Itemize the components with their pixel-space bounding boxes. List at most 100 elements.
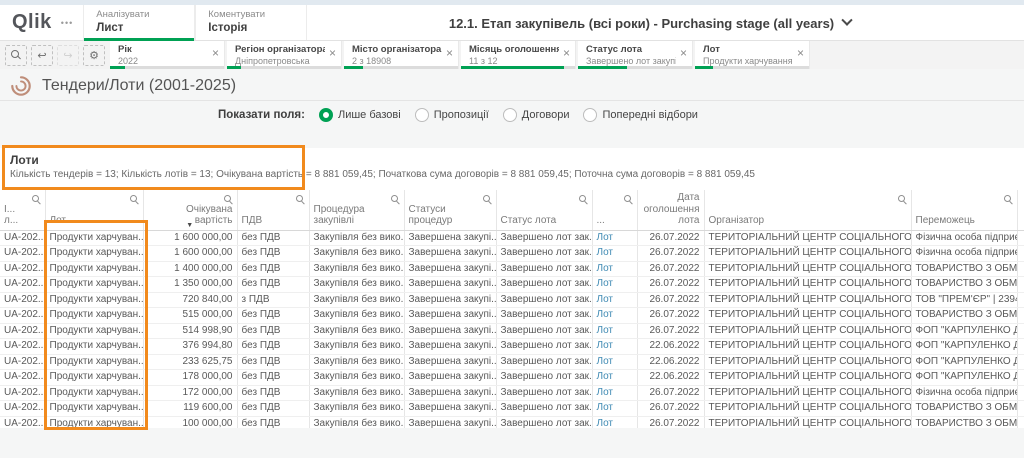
procedure-status-cell[interactable]: Завершена закупі... [404,370,496,386]
procedure-cell[interactable]: Закупівля без вико... [309,308,404,324]
lot-cell[interactable]: Продукти харчуван... [45,354,143,370]
column-header-procedure-status[interactable]: Статуси процедур [404,190,496,230]
search-icon[interactable] [1004,195,1013,204]
close-icon[interactable]: × [680,47,687,59]
procedure-cell[interactable]: Закупівля без вико... [309,246,404,262]
clear-selections-icon[interactable]: ⚙ [83,45,105,66]
tender-lot-id-cell[interactable]: UA-202... [0,292,45,308]
organizer-cell[interactable]: ТЕРИТОРІАЛЬНИЙ ЦЕНТР СОЦІАЛЬНОГО ... [704,246,911,262]
tender-lot-id-cell[interactable]: UA-202... [0,416,45,428]
expected-value-cell[interactable]: 1 400 000,00 [143,261,237,277]
overflow-cell[interactable] [1017,261,1024,277]
tender-lot-id-cell[interactable]: UA-202... [0,339,45,355]
search-icon[interactable] [391,195,400,204]
column-header-vat[interactable]: ПДВ [237,190,309,230]
winner-cell[interactable]: ТОВАРИСТВО З ОБМЕ... [911,401,1017,417]
procedure-cell[interactable]: Закупівля без вико... [309,401,404,417]
procedure-cell[interactable]: Закупівля без вико... [309,277,404,293]
procedure-status-cell[interactable]: Завершена закупі... [404,277,496,293]
tender-lot-id-cell[interactable]: UA-202... [0,261,45,277]
lot-status-cell[interactable]: Завершено лот зак... [496,261,592,277]
announce-date-cell[interactable]: 26.07.2022 [637,416,704,428]
vat-cell[interactable]: без ПДВ [237,339,309,355]
lot-cell[interactable]: Продукти харчуван... [45,246,143,262]
winner-cell[interactable]: ТОВАРИСТВО З ОБМЕ... [911,308,1017,324]
procedure-cell[interactable]: Закупівля без вико... [309,370,404,386]
expected-value-cell[interactable]: 1 350 000,00 [143,277,237,293]
lot-cell[interactable]: Продукти харчуван... [45,308,143,324]
organizer-cell[interactable]: ТЕРИТОРІАЛЬНИЙ ЦЕНТР СОЦІАЛЬНОГО ... [704,416,911,428]
radio-option-3[interactable]: Попередні відбори [583,108,697,122]
organizer-cell[interactable]: ТЕРИТОРІАЛЬНИЙ ЦЕНТР СОЦІАЛЬНОГО ... [704,323,911,339]
filter-chip-organizer-region[interactable]: Регіон організатораДніпропетровська× [227,41,342,69]
tender-lot-id-cell[interactable]: UA-202... [0,354,45,370]
search-icon[interactable] [483,195,492,204]
procedure-status-cell[interactable]: Завершена закупі... [404,339,496,355]
vat-cell[interactable]: без ПДВ [237,354,309,370]
radio-option-0[interactable]: Лише базові [319,108,401,122]
more-cell[interactable]: Лот [592,308,637,324]
winner-cell[interactable]: Фізична особа підприєм... [911,385,1017,401]
search-icon[interactable] [579,195,588,204]
search-icon[interactable] [624,195,633,204]
lot-cell[interactable]: Продукти харчуван... [45,416,143,428]
qlik-logo[interactable]: Qlik [12,11,52,34]
column-header-organizer[interactable]: Організатор [704,190,911,230]
announce-date-cell[interactable]: 26.07.2022 [637,323,704,339]
vat-cell[interactable]: без ПДВ [237,401,309,417]
lot-cell[interactable]: Продукти харчуван... [45,339,143,355]
lot-status-cell[interactable]: Завершено лот зак... [496,323,592,339]
lot-status-cell[interactable]: Завершено лот зак... [496,292,592,308]
close-icon[interactable]: × [329,47,336,59]
organizer-cell[interactable]: ТЕРИТОРІАЛЬНИЙ ЦЕНТР СОЦІАЛЬНОГО ... [704,277,911,293]
vat-cell[interactable]: без ПДВ [237,323,309,339]
more-cell[interactable]: Лот [592,277,637,293]
expected-value-cell[interactable]: 178 000,00 [143,370,237,386]
winner-cell[interactable]: ФОП "КАРПУЛЕНКО ДМ... [911,354,1017,370]
lot-cell[interactable]: Продукти харчуван... [45,385,143,401]
announce-date-cell[interactable]: 26.07.2022 [637,385,704,401]
organizer-cell[interactable]: ТЕРИТОРІАЛЬНИЙ ЦЕНТР СОЦІАЛЬНОГО ... [704,385,911,401]
vat-cell[interactable]: без ПДВ [237,230,309,246]
radio-option-2[interactable]: Договори [503,108,570,122]
procedure-cell[interactable]: Закупівля без вико... [309,261,404,277]
procedure-cell[interactable]: Закупівля без вико... [309,230,404,246]
winner-cell[interactable]: ТОВАРИСТВО З ОБМЕ... [911,277,1017,293]
more-cell[interactable]: Лот [592,401,637,417]
winner-cell[interactable]: ФОП "КАРПУЛЕНКО ДМ... [911,370,1017,386]
search-selections-icon[interactable] [5,45,27,66]
announce-date-cell[interactable]: 26.07.2022 [637,401,704,417]
lot-status-cell[interactable]: Завершено лот зак... [496,277,592,293]
search-icon[interactable] [32,195,41,204]
filter-chip-lot[interactable]: ЛотПродукти харчування× [695,41,810,69]
search-icon[interactable] [296,195,305,204]
lot-cell[interactable]: Продукти харчуван... [45,323,143,339]
close-icon[interactable]: × [446,47,453,59]
announce-date-cell[interactable]: 26.07.2022 [637,230,704,246]
vat-cell[interactable]: без ПДВ [237,246,309,262]
column-header-lot[interactable]: Лот [45,190,143,230]
lot-status-cell[interactable]: Завершено лот зак... [496,401,592,417]
announce-date-cell[interactable]: 26.07.2022 [637,261,704,277]
organizer-cell[interactable]: ТЕРИТОРІАЛЬНИЙ ЦЕНТР СОЦІАЛЬНОГО ... [704,339,911,355]
lot-status-cell[interactable]: Завершено лот зак... [496,370,592,386]
more-cell[interactable]: Лот [592,416,637,428]
vat-cell[interactable]: без ПДВ [237,385,309,401]
overflow-cell[interactable] [1017,323,1024,339]
organizer-cell[interactable]: ТЕРИТОРІАЛЬНИЙ ЦЕНТР СОЦІАЛЬНОГО ... [704,230,911,246]
column-header-expected-value[interactable]: Очікувана вартість▼ [143,190,237,230]
expected-value-cell[interactable]: 514 998,90 [143,323,237,339]
step-forward-icon[interactable]: ↪ [57,45,79,66]
procedure-cell[interactable]: Закупівля без вико... [309,416,404,428]
expected-value-cell[interactable]: 172 000,00 [143,385,237,401]
procedure-status-cell[interactable]: Завершена закупі... [404,261,496,277]
tender-lot-id-cell[interactable]: UA-202... [0,246,45,262]
filter-chip-year[interactable]: Рік2022× [110,41,225,69]
tender-lot-id-cell[interactable]: UA-202... [0,308,45,324]
tender-lot-id-cell[interactable]: UA-202... [0,323,45,339]
column-header-overflow[interactable] [1017,190,1024,230]
lot-status-cell[interactable]: Завершено лот зак... [496,308,592,324]
procedure-cell[interactable]: Закупівля без вико... [309,323,404,339]
vat-cell[interactable]: без ПДВ [237,308,309,324]
overflow-cell[interactable] [1017,385,1024,401]
